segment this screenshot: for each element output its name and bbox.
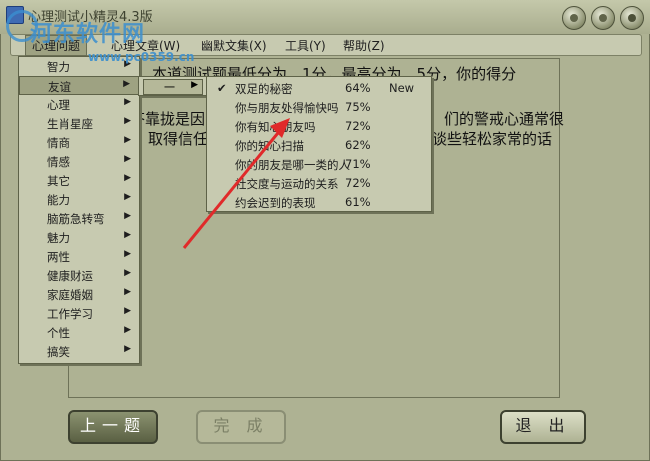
question-line-3b: 谈些轻松家常的话 — [432, 130, 553, 148]
category-item[interactable]: 生肖星座 ▶ — [19, 114, 139, 133]
test-item[interactable]: 你的知心扫描 62% — [207, 136, 431, 155]
test-item[interactable]: 社交度与运动的关系 72% — [207, 174, 431, 193]
tests-menu: ✔ 双足的秘密 64% New 你与朋友处得愉快吗 75% 你有知心朋友吗 72… — [206, 76, 432, 212]
exit-button[interactable]: 退 出 — [500, 410, 586, 444]
category-item[interactable]: 健康财运 ▶ — [19, 266, 139, 285]
category-item[interactable]: 能力 ▶ — [19, 190, 139, 209]
category-item[interactable]: 情商 ▶ — [19, 133, 139, 152]
maximize-button[interactable] — [591, 6, 615, 30]
category-menu: 智力 ▶ 友谊 ▶ 心理 ▶ 生肖星座 ▶ 情商 ▶ 情感 ▶ 其它 ▶ 能力 ▶ 脑筋急转弯 ▶… — [18, 56, 140, 364]
category-item[interactable]: 脑筋急转弯 ▶ — [19, 209, 139, 228]
menu-help[interactable]: 帮助(Z) — [343, 37, 385, 54]
watermark-text: 河东软件网 — [30, 22, 146, 47]
category-item[interactable]: 工作学习 ▶ — [19, 304, 139, 323]
finish-button[interactable]: 完 成 — [196, 410, 286, 444]
test-item[interactable]: 你有知心朋友吗 72% — [207, 117, 431, 136]
test-item[interactable]: 你与朋友处得愉快吗 75% — [207, 98, 431, 117]
test-item[interactable]: 你的朋友是哪一类的人 71% — [207, 155, 431, 174]
new-badge: New — [389, 81, 415, 95]
menu-tools[interactable]: 工具(Y) — [285, 37, 326, 54]
category-item-selected[interactable]: 友谊 ▶ — [19, 76, 139, 95]
category-item[interactable]: 家庭婚姻 ▶ — [19, 285, 139, 304]
category-item[interactable]: 心理 ▶ — [19, 95, 139, 114]
previous-question-button[interactable]: 上一题 — [68, 410, 158, 444]
category-item[interactable]: 情感 ▶ — [19, 152, 139, 171]
category-item[interactable]: 个性 ▶ — [19, 323, 139, 342]
submenu-item[interactable]: 一 ▶ — [143, 79, 203, 95]
category-item[interactable]: 魅力 ▶ — [19, 228, 139, 247]
category-item[interactable]: 搞笑 ▶ — [19, 342, 139, 361]
menu-humor[interactable]: 幽默文集(X) — [201, 37, 267, 54]
category-item[interactable]: 其它 ▶ — [19, 171, 139, 190]
test-item[interactable]: ✔ 双足的秘密 64% New — [207, 79, 431, 98]
question-line-3a: 取得信任 — [148, 130, 209, 148]
test-item[interactable]: 约会迟到的表现 61% — [207, 193, 431, 212]
watermark-url: www.pc0359.cn — [88, 50, 195, 64]
category-item[interactable]: 两性 ▶ — [19, 247, 139, 266]
submenu: 一 ▶ — [138, 76, 208, 96]
checkmark-icon: ✔ — [217, 81, 227, 95]
close-button[interactable] — [620, 6, 644, 30]
minimize-button[interactable] — [562, 6, 586, 30]
